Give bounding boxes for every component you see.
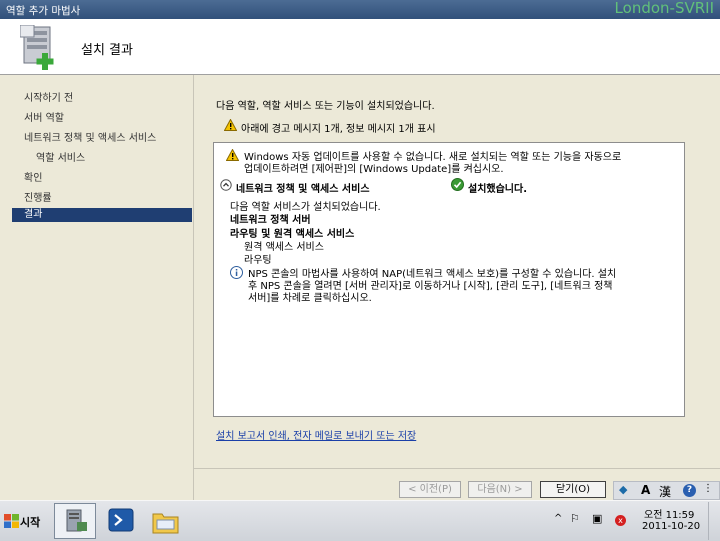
help-icon[interactable]: ? (683, 484, 696, 497)
ime-language-icon[interactable]: ◆ (619, 483, 627, 496)
next-button[interactable]: 다음(N) > (468, 481, 532, 498)
clock-date[interactable]: 2011-10-20 (642, 521, 700, 532)
flag-icon[interactable]: ⚐ (570, 512, 580, 525)
report-link[interactable]: 설치 보고서 인쇄, 전자 메일로 보내기 또는 저장 (216, 427, 416, 442)
service-nps: 네트워크 정책 서버 (230, 215, 311, 226)
ime-toolbar[interactable]: ◆ A 漢 ? ⋮ (613, 481, 720, 500)
show-desktop-button[interactable] (708, 502, 720, 540)
install-status: 설치했습니다. (468, 184, 527, 195)
server-name-watermark: London-SVRII (614, 0, 714, 17)
explorer-task[interactable] (148, 505, 188, 537)
start-button[interactable]: 시작 (2, 510, 44, 532)
network-icon[interactable]: ▣ (592, 512, 602, 525)
close-button[interactable]: 닫기(O) (540, 481, 606, 498)
wizard-header: 설치 결과 (0, 19, 720, 75)
nav-item-server-roles[interactable]: 서버 역할 (24, 109, 64, 124)
volume-muted-icon[interactable]: x (615, 515, 626, 526)
powershell-icon (108, 508, 134, 532)
warning-icon (224, 119, 237, 131)
role-header: 네트워크 정책 및 액세스 서비스 (236, 184, 370, 195)
sub-routing: 라우팅 (244, 255, 272, 266)
server-manager-task[interactable] (54, 503, 96, 539)
folder-icon (152, 513, 179, 534)
title-bar[interactable]: 역할 추가 마법사 London-SVRII (0, 0, 720, 19)
nav-item-progress[interactable]: 진행률 (24, 189, 52, 204)
start-label: 시작 (20, 516, 41, 529)
success-check-icon (451, 178, 464, 191)
ime-input-mode[interactable]: A (641, 483, 650, 497)
nav-item-before-you-begin[interactable]: 시작하기 전 (24, 89, 73, 104)
collapse-chevron-icon[interactable] (220, 179, 232, 191)
powershell-task[interactable] (104, 505, 144, 537)
ime-hanja[interactable]: 漢 (659, 483, 671, 500)
nav-item-npas[interactable]: 네트워크 정책 및 액세스 서비스 (24, 129, 156, 144)
warning-summary: 아래에 경고 메시지 1개, 정보 메시지 1개 표시 (241, 124, 436, 135)
server-manager-icon (66, 509, 87, 532)
warning-message-line2: 업데이트하려면 [제어판]의 [Windows Update]를 켜십시오. (244, 164, 504, 175)
ime-options-icon[interactable]: ⋮ (703, 483, 713, 494)
wizard-window: 역할 추가 마법사 London-SVRII 설치 결과 시작하기 전 서버 역… (0, 0, 720, 500)
windows-logo-icon (4, 514, 19, 528)
info-message-line3: 서버]를 차례로 클릭하십시오. (248, 293, 372, 304)
tray-expand-icon[interactable]: ^ (554, 513, 562, 524)
info-icon (230, 266, 243, 279)
server-add-role-icon (20, 25, 54, 70)
nav-item-results[interactable]: 결과 (12, 208, 192, 222)
warning-icon (226, 149, 239, 161)
clock-time[interactable]: 오전 11:59 (644, 506, 694, 521)
nav-item-confirmation[interactable]: 확인 (24, 169, 42, 184)
window-title: 역할 추가 마법사 (6, 5, 81, 17)
intro-text: 다음 역할, 역할 서비스 또는 기능이 설치되었습니다. (216, 101, 435, 112)
page-title: 설치 결과 (81, 43, 133, 58)
prev-button[interactable]: < 이전(P) (399, 481, 461, 498)
nav-item-role-services[interactable]: 역할 서비스 (36, 149, 85, 164)
